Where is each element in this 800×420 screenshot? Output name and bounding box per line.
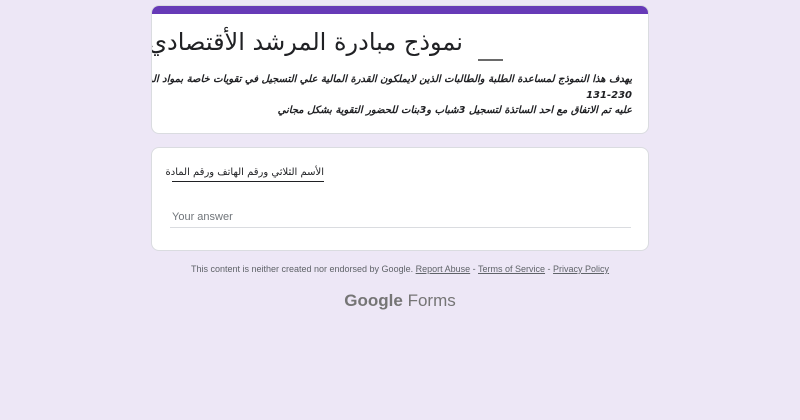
form-footer: This content is neither created nor endo… [0, 264, 800, 274]
form-description-line-1: يهدف هذا النموذج لمساعدة الطلبة والطالبا… [152, 74, 632, 85]
question-label: الأسم الثلاثي ورقم الهاتف ورقم المادة [165, 167, 325, 178]
logo-product: Forms [407, 291, 456, 310]
form-header-card: نموذج مبادرة المرشد الأقتصادي3+3 يهدف هذ… [151, 5, 649, 134]
form-description-line-3: عليه تم الاتفاق مع احد الساتذة لتسجيل 3ش… [277, 105, 632, 116]
footer-separator: - [470, 264, 478, 274]
header-accent-bar [152, 6, 648, 14]
terms-link[interactable]: Terms of Service [478, 264, 545, 274]
google-forms-logo[interactable]: Google Forms [0, 291, 800, 311]
form-description-line-2: 131-230 [586, 90, 632, 101]
privacy-link[interactable]: Privacy Policy [553, 264, 609, 274]
form-page: نموذج مبادرة المرشد الأقتصادي3+3 يهدف هذ… [0, 0, 800, 420]
spellcheck-underline [478, 59, 503, 61]
logo-brand: Google [344, 291, 403, 310]
question-label-underline [172, 181, 324, 182]
answer-input[interactable] [170, 206, 631, 228]
footer-separator: - [545, 264, 554, 274]
disclaimer-text: This content is neither created nor endo… [190, 264, 414, 274]
form-title: نموذج مبادرة المرشد الأقتصادي3+3 [151, 28, 463, 56]
report-abuse-link[interactable]: Report Abuse [416, 264, 471, 274]
question-card: الأسم الثلاثي ورقم الهاتف ورقم المادة [151, 147, 649, 251]
